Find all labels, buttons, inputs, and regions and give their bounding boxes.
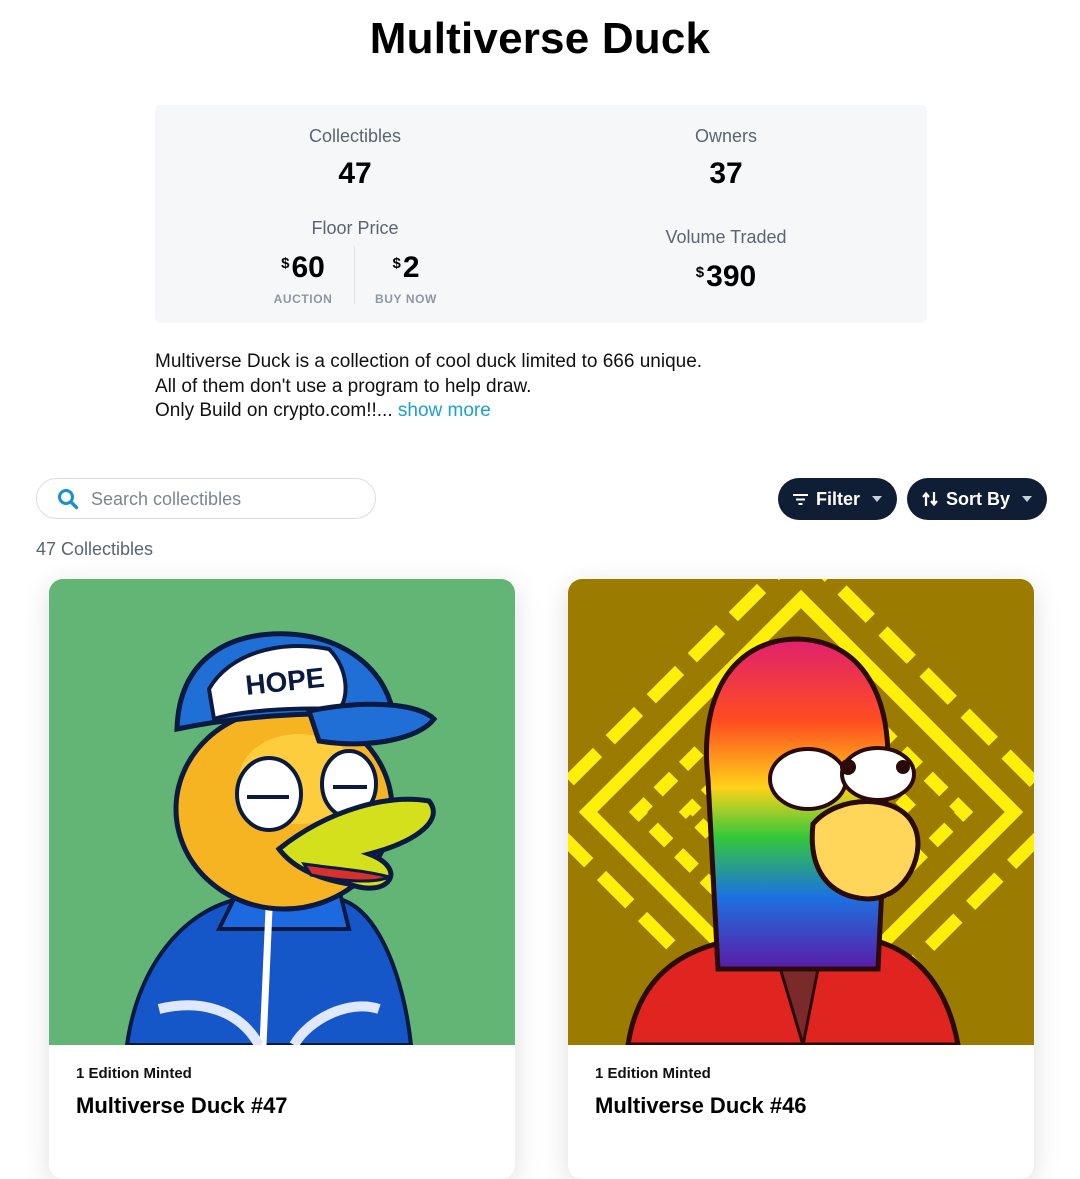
search-input[interactable] — [89, 479, 363, 520]
owners-label: Owners — [694, 126, 757, 146]
volume-traded-label: Volume Traded — [665, 227, 787, 247]
search-icon — [58, 489, 79, 510]
edition-label: 1 Edition Minted — [76, 1065, 192, 1082]
filter-button[interactable]: Filter — [778, 478, 897, 520]
chevron-down-icon — [872, 496, 882, 502]
floor-price-divider — [354, 246, 355, 304]
duck-46-image[interactable] — [568, 579, 1034, 1045]
floor-price-label: Floor Price — [311, 218, 399, 238]
sort-icon — [922, 491, 938, 507]
duck-47-image[interactable]: HOPE — [49, 579, 515, 1045]
owners-value: 37 — [709, 157, 743, 190]
collectible-title[interactable]: Multiverse Duck #46 — [595, 1093, 807, 1119]
floor-price-auction-value: $60 — [281, 251, 325, 284]
description-line-2: All of them don't use a program to help … — [155, 375, 532, 397]
sort-by-label: Sort By — [945, 488, 1010, 509]
edition-label: 1 Edition Minted — [595, 1065, 711, 1082]
floor-price-buy-now-label: BUY NOW — [375, 292, 437, 306]
filter-label: Filter — [815, 488, 860, 509]
collectibles-label: Collectibles — [308, 126, 402, 146]
collectible-card[interactable]: 1 Edition Minted Multiverse Duck #46 — [568, 579, 1034, 1179]
collection-description: Multiverse Duck is a collection of cool … — [155, 350, 915, 424]
floor-price-buy-now-value: $2 — [392, 251, 420, 284]
collectible-card[interactable]: HOPE 1 Edition Minted Multiverse Duck #4… — [49, 579, 515, 1179]
chevron-down-icon — [1022, 496, 1032, 502]
volume-traded-value: $390 — [695, 260, 757, 293]
collectible-title[interactable]: Multiverse Duck #47 — [76, 1093, 288, 1119]
collectibles-value: 47 — [338, 157, 372, 190]
description-line-3: Only Build on crypto.com!!... show more — [155, 400, 491, 421]
sort-by-button[interactable]: Sort By — [907, 478, 1047, 520]
filter-icon — [792, 493, 808, 505]
show-more-link[interactable]: show more — [398, 400, 491, 421]
search-box[interactable] — [36, 478, 376, 520]
collectibles-count: 47 Collectibles — [36, 539, 154, 559]
description-line-1: Multiverse Duck is a collection of cool … — [155, 351, 703, 372]
page-title: Multiverse Duck — [369, 14, 711, 63]
collection-stats-panel: Collectibles 47 Owners 37 Floor Price $6… — [155, 105, 927, 323]
floor-price-auction-label: AUCTION — [273, 292, 333, 306]
